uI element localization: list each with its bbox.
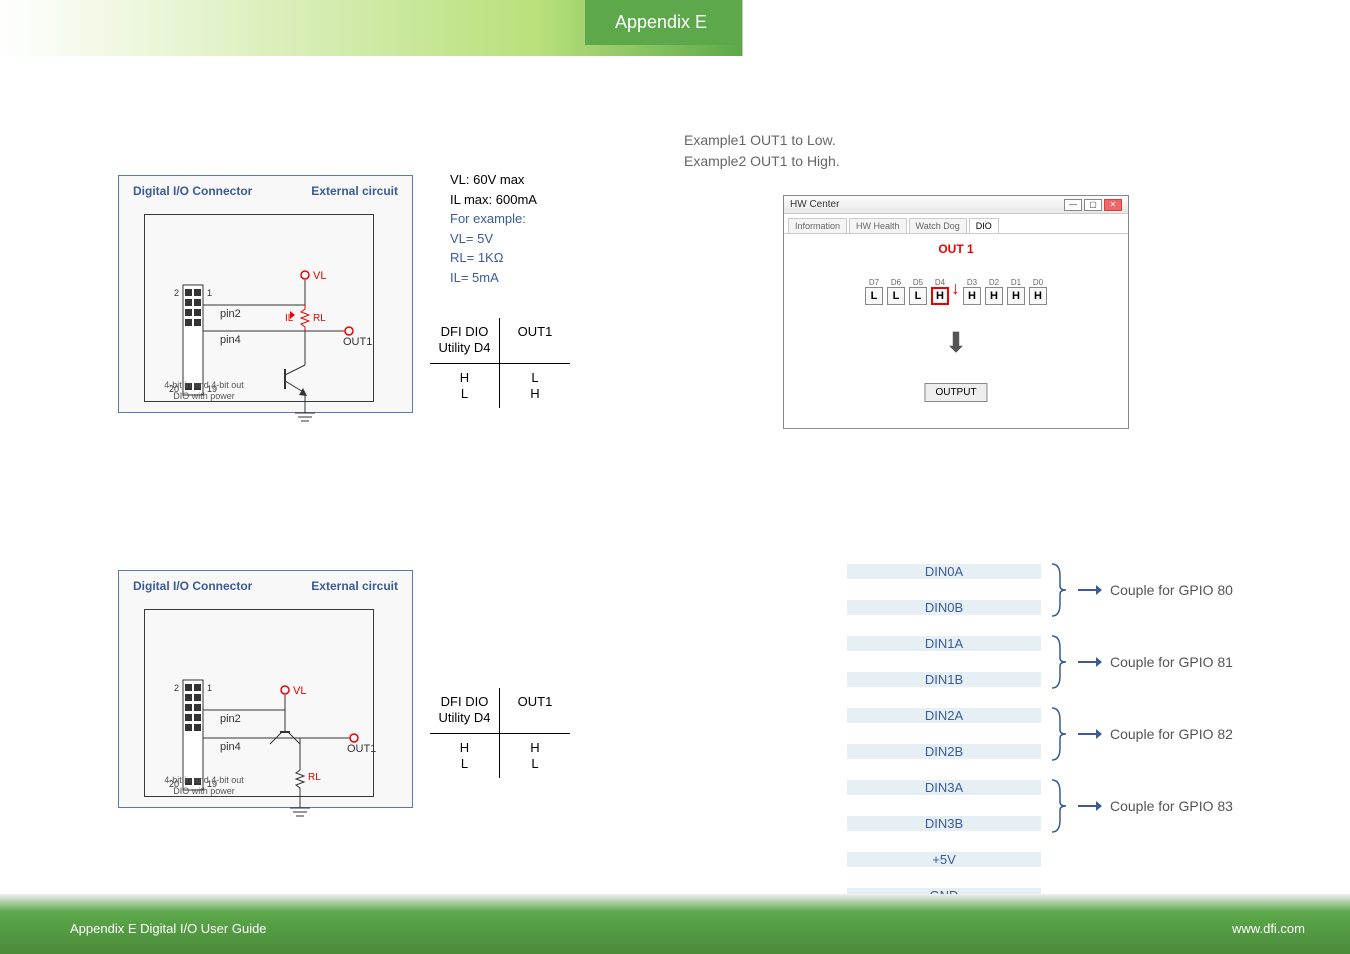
spec-block-1: VL: 60V max IL max: 600mA For example: V… (450, 170, 600, 287)
appendix-tab: Appendix E (585, 0, 737, 45)
svg-text:pin4: pin4 (220, 741, 241, 753)
arrow-right-icon (1078, 800, 1102, 812)
spec-table-2: DFI DIO Utility D4 OUT1 HL HL (430, 688, 570, 778)
window-tabs: Information HW Health Watch Dog DIO (784, 214, 1128, 234)
page-header: Appendix E (0, 0, 1350, 56)
out1-label: OUT 1 (938, 242, 973, 256)
svg-text:RL: RL (313, 313, 326, 324)
big-arrow-icon: ⬇ (944, 326, 967, 359)
window-body: OUT 1 ↓ D7L D6L D5L D4H D3H D2H D1H D0H … (784, 234, 1128, 428)
output-button[interactable]: OUTPUT (924, 383, 987, 402)
dio-row: D7L D6L D5L D4H D3H D2H D1H D0H (865, 278, 1047, 305)
circuit-diagram-2: Digital I/O Connector External circuit 2… (118, 570, 413, 808)
circuit-title-external: External circuit (311, 184, 398, 198)
example-text: Example1 OUT1 to Low. Example2 OUT1 to H… (684, 130, 840, 172)
svg-text:1: 1 (207, 683, 212, 693)
brace-icon (1050, 560, 1070, 620)
circuit-body: 2 1 20 19 pin2 VL RL IL pin4 OUT1 (144, 214, 374, 402)
arrow-right-icon (1078, 656, 1102, 668)
tab-hw-health[interactable]: HW Health (849, 218, 907, 233)
svg-text:pin4: pin4 (220, 334, 241, 346)
svg-text:pin2: pin2 (220, 308, 241, 320)
svg-text:pin2: pin2 (220, 713, 241, 725)
svg-text:1: 1 (207, 288, 212, 298)
tab-dio[interactable]: DIO (969, 218, 999, 233)
brace-icon (1050, 704, 1070, 764)
spec-table-1: DFI DIO Utility D4 OUT1 HL LH (430, 318, 570, 408)
minimize-button[interactable]: — (1064, 199, 1082, 211)
tab-watch-dog[interactable]: Watch Dog (909, 218, 967, 233)
window-title: HW Center (790, 199, 839, 210)
arrow-right-icon (1078, 584, 1102, 596)
arrow-right-icon (1078, 728, 1102, 740)
page-footer: Appendix E Digital I/O User Guide www.df… (0, 894, 1350, 954)
circuit-svg-2: 2 1 20 19 pin2 VL pin4 OUT1 RL (155, 660, 380, 840)
circuit-title-external: External circuit (311, 579, 398, 593)
svg-text:VL: VL (293, 685, 306, 697)
window-titlebar: HW Center — ▢ ✕ (784, 196, 1128, 214)
svg-text:RL: RL (308, 772, 321, 783)
brace-column: Couple for GPIO 80 Couple for GPIO 81 Co… (1050, 554, 1233, 842)
footer-title: Appendix E Digital I/O User Guide (70, 921, 267, 936)
circuit-note: 4-bit in and 4-bit out DIO with power (144, 775, 264, 797)
brace-icon (1050, 632, 1070, 692)
circuit-title-connector: Digital I/O Connector (133, 184, 252, 198)
circuit-title-connector: Digital I/O Connector (133, 579, 252, 593)
gpio-table: DIN0A DIN0B DIN1A DIN1B DIN2A DIN2B DIN3… (783, 518, 1041, 914)
tab-information[interactable]: Information (788, 218, 847, 233)
close-button[interactable]: ✕ (1104, 199, 1122, 211)
circuit-body: 2 1 20 19 pin2 VL pin4 OUT1 RL (144, 609, 374, 797)
hw-center-window: HW Center — ▢ ✕ Information HW Health Wa… (783, 195, 1129, 429)
circuit-note: 4-bit in and 4-bit out DIO with power (144, 380, 264, 402)
circuit-diagram-1: Digital I/O Connector External circuit 2… (118, 175, 413, 413)
svg-text:2: 2 (174, 288, 179, 298)
brace-icon (1050, 776, 1070, 836)
maximize-button[interactable]: ▢ (1084, 199, 1102, 211)
svg-text:OUT1: OUT1 (343, 336, 372, 348)
circuit-svg-1: 2 1 20 19 pin2 VL RL IL pin4 OUT1 (155, 265, 380, 445)
svg-text:2: 2 (174, 683, 179, 693)
svg-text:OUT1: OUT1 (347, 743, 376, 755)
footer-url: www.dfi.com (1232, 921, 1305, 936)
svg-text:VL: VL (313, 270, 326, 282)
